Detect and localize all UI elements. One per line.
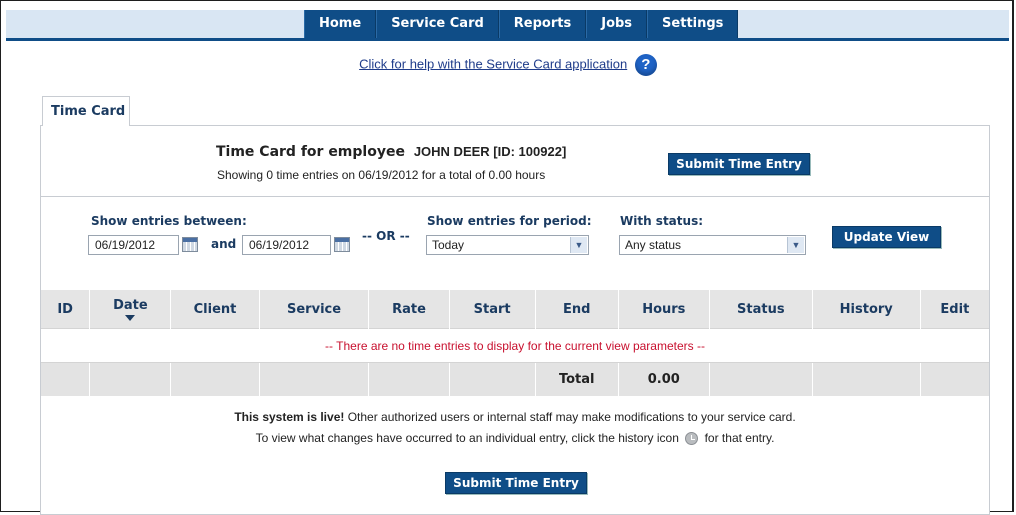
- total-label: Total: [535, 362, 619, 396]
- total-cell: [89, 362, 172, 396]
- submit-time-entry-button-top[interactable]: Submit Time Entry: [668, 153, 810, 175]
- help-link[interactable]: Click for help with the Service Card app…: [359, 56, 627, 71]
- history-notice-before: To view what changes have occurred to an…: [255, 431, 679, 445]
- col-date[interactable]: Date: [89, 290, 172, 329]
- time-entries-table: ID Date Client Service Rate Start End Ho…: [41, 290, 989, 396]
- chevron-down-icon: ▼: [570, 237, 587, 253]
- entries-summary: Showing 0 time entries on 06/19/2012 for…: [217, 168, 546, 182]
- total-cell: [449, 362, 536, 396]
- tab-time-card[interactable]: Time Card: [42, 96, 130, 126]
- col-service: Service: [259, 290, 370, 329]
- employee-name: JOHN DEER [ID: 100922]: [413, 144, 567, 159]
- total-cell: [41, 362, 91, 396]
- time-card-panel: Time Card for employee JOHN DEER [ID: 10…: [40, 125, 990, 515]
- col-end: End: [535, 290, 619, 329]
- period-select[interactable]: Today ▼: [426, 235, 589, 255]
- table-header-row: ID Date Client Service Rate Start End Ho…: [41, 290, 989, 329]
- period-label: Show entries for period:: [427, 214, 592, 228]
- total-cell: [259, 362, 370, 396]
- total-row: Total 0.00: [41, 362, 989, 396]
- nav-service-card[interactable]: Service Card: [376, 10, 499, 38]
- status-label: With status:: [620, 214, 704, 228]
- divider: [41, 196, 989, 197]
- col-hours: Hours: [618, 290, 710, 329]
- history-notice: To view what changes have occurred to an…: [41, 431, 989, 446]
- help-icon[interactable]: ?: [634, 54, 657, 76]
- chevron-down-icon: ▼: [787, 237, 804, 253]
- total-cell: [812, 362, 921, 396]
- period-select-value: Today: [432, 238, 465, 252]
- total-cell: [170, 362, 260, 396]
- nav-home[interactable]: Home: [304, 10, 377, 38]
- col-rate: Rate: [368, 290, 450, 329]
- col-start: Start: [449, 290, 536, 329]
- and-label: and: [211, 237, 237, 251]
- page-title: Time Card for employee JOHN DEER [ID: 10…: [216, 144, 566, 160]
- calendar-icon-start[interactable]: [182, 237, 198, 252]
- col-client: Client: [170, 290, 260, 329]
- status-select-value: Any status: [625, 238, 682, 252]
- col-history: History: [812, 290, 921, 329]
- col-id: ID: [41, 290, 91, 329]
- history-icon: [685, 432, 699, 446]
- title-prefix: Time Card for employee: [216, 144, 405, 160]
- start-date-input[interactable]: 06/19/2012: [88, 235, 179, 255]
- top-nav-bar: Home Service Card Reports Jobs Settings: [6, 10, 1009, 41]
- calendar-icon-end[interactable]: [334, 237, 350, 252]
- empty-row: -- There are no time entries to display …: [41, 328, 989, 363]
- between-label: Show entries between:: [91, 214, 247, 228]
- main-nav: Home Service Card Reports Jobs Settings: [304, 10, 739, 38]
- live-notice-bold: This system is live!: [234, 410, 345, 424]
- empty-message: -- There are no time entries to display …: [41, 328, 989, 363]
- nav-settings[interactable]: Settings: [647, 10, 739, 38]
- or-separator: -- OR --: [362, 229, 410, 243]
- submit-time-entry-button-bottom[interactable]: Submit Time Entry: [445, 472, 587, 494]
- nav-jobs[interactable]: Jobs: [586, 10, 648, 38]
- total-hours: 0.00: [618, 362, 710, 396]
- total-cell: [368, 362, 450, 396]
- col-edit: Edit: [920, 290, 989, 329]
- col-status: Status: [709, 290, 813, 329]
- col-date-label: Date: [113, 297, 148, 313]
- help-row: Click for help with the Service Card app…: [0, 54, 1016, 76]
- update-view-button[interactable]: Update View: [832, 226, 941, 248]
- status-select[interactable]: Any status ▼: [619, 235, 806, 255]
- total-cell: [709, 362, 813, 396]
- live-notice-text: Other authorized users or internal staff…: [344, 410, 796, 424]
- sort-down-icon: [125, 314, 136, 321]
- nav-reports[interactable]: Reports: [498, 10, 587, 38]
- live-notice: This system is live! Other authorized us…: [41, 410, 989, 424]
- history-notice-after: for that entry.: [704, 431, 775, 445]
- end-date-input[interactable]: 06/19/2012: [242, 235, 331, 255]
- total-cell: [920, 362, 989, 396]
